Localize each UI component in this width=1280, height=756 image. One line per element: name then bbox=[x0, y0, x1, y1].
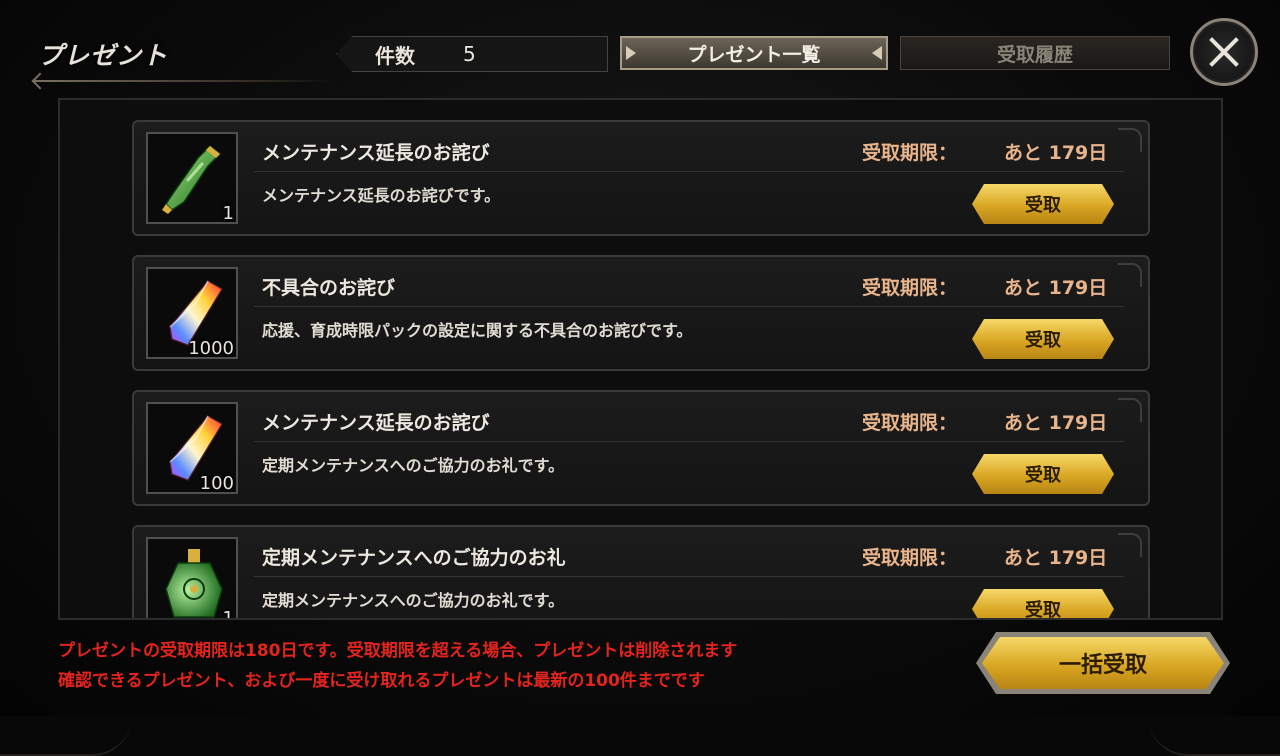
present-card: 100 メンテナンス延長のお詫び 受取期限： あと 179日 定期メンテナンスへ… bbox=[132, 390, 1150, 506]
receive-button[interactable]: 受取 bbox=[972, 589, 1114, 620]
card-divider bbox=[254, 306, 1124, 307]
tab-receive-history-label: 受取履歴 bbox=[996, 43, 1073, 66]
present-count-box: 件数 5 bbox=[336, 36, 608, 72]
card-divider bbox=[254, 171, 1124, 172]
item-slot: 100 bbox=[146, 402, 238, 494]
present-description: 定期メンテナンスへのご協力のお礼です。 bbox=[262, 591, 565, 610]
present-title: 不具合のお詫び bbox=[262, 277, 396, 299]
green-flask-icon bbox=[165, 549, 223, 618]
present-description: 定期メンテナンスへのご協力のお礼です。 bbox=[262, 456, 565, 475]
green-potion-icon bbox=[162, 144, 222, 214]
deadline-value: あと 179日 bbox=[1004, 547, 1108, 569]
item-quantity: 1000 bbox=[188, 338, 234, 359]
count-value: 5 bbox=[463, 42, 476, 66]
deadline-label: 受取期限： bbox=[862, 412, 958, 434]
close-button[interactable] bbox=[1190, 18, 1258, 86]
expiry-notice: プレゼントの受取期限は180日です。受取期限を超える場合、プレゼントは削除されま… bbox=[58, 641, 738, 661]
item-slot: 1 bbox=[146, 132, 238, 224]
deadline-value: あと 179日 bbox=[1004, 277, 1108, 299]
item-slot: 1 bbox=[146, 537, 238, 620]
title-divider bbox=[34, 80, 334, 82]
tab-receive-history[interactable]: 受取履歴 bbox=[900, 36, 1170, 70]
count-label: 件数 bbox=[375, 43, 415, 68]
present-title: メンテナンス延長のお詫び bbox=[262, 412, 490, 434]
present-card: 1 定期メンテナンスへのご協力のお礼 受取期限： あと 179日 定期メンテナン… bbox=[132, 525, 1150, 620]
present-title: 定期メンテナンスへのご協力のお礼 bbox=[262, 547, 566, 569]
present-list[interactable]: 1 メンテナンス延長のお詫び 受取期限： あと 179日 メンテナンス延長のお詫… bbox=[58, 98, 1223, 620]
present-description: 応援、育成時限パックの設定に関する不具合のお詫びです。 bbox=[262, 321, 693, 340]
deadline-value: あと 179日 bbox=[1004, 142, 1108, 164]
item-quantity: 1 bbox=[222, 608, 234, 620]
deadline-label: 受取期限： bbox=[862, 277, 958, 299]
present-description: メンテナンス延長のお詫びです。 bbox=[262, 186, 501, 205]
card-divider bbox=[254, 576, 1124, 577]
deadline-label: 受取期限： bbox=[862, 142, 958, 164]
receive-button[interactable]: 受取 bbox=[972, 454, 1114, 494]
item-quantity: 1 bbox=[222, 203, 234, 224]
item-quantity: 100 bbox=[199, 473, 234, 494]
present-card: 1000 不具合のお詫び 受取期限： あと 179日 応援、育成時限パックの設定… bbox=[132, 255, 1150, 371]
tab-present-list-label: プレゼント一覧 bbox=[687, 43, 821, 66]
present-card: 1 メンテナンス延長のお詫び 受取期限： あと 179日 メンテナンス延長のお詫… bbox=[132, 120, 1150, 236]
limit-notice: 確認できるプレゼント、および一度に受け取れるプレゼントは最新の100件までです bbox=[58, 671, 705, 691]
receive-all-button[interactable]: 一括受取 bbox=[982, 637, 1224, 689]
deadline-value: あと 179日 bbox=[1004, 412, 1108, 434]
item-slot: 1000 bbox=[146, 267, 238, 359]
tab-present-list[interactable]: プレゼント一覧 bbox=[620, 36, 888, 70]
receive-button[interactable]: 受取 bbox=[972, 319, 1114, 359]
deadline-label: 受取期限： bbox=[862, 547, 958, 569]
present-title: メンテナンス延長のお詫び bbox=[262, 142, 490, 164]
receive-button[interactable]: 受取 bbox=[972, 184, 1114, 224]
card-divider bbox=[254, 441, 1124, 442]
screen-title: プレゼント bbox=[38, 41, 169, 70]
